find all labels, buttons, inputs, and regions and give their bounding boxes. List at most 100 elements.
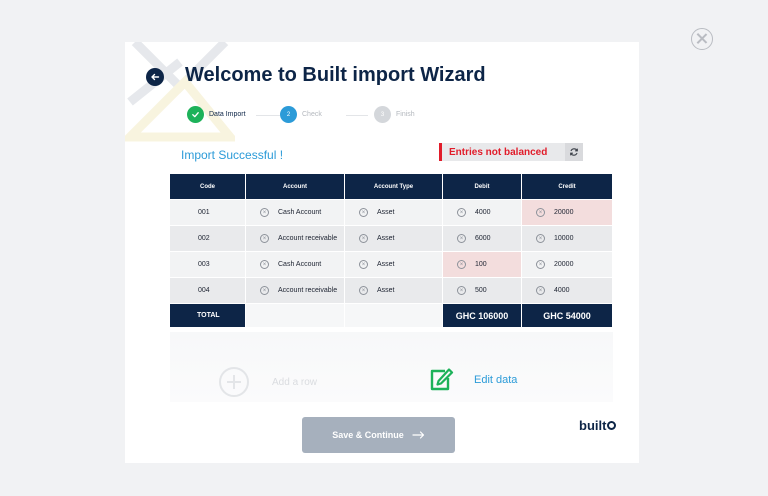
step-data-import: Data Import	[187, 106, 246, 123]
total-credit: GHC 54000	[522, 304, 613, 328]
total-debit: GHC 106000	[443, 304, 522, 328]
step-connector	[346, 115, 368, 116]
column-header: Account Type	[345, 174, 443, 200]
x-circle-icon[interactable]: ×	[536, 260, 545, 269]
cell-value: 10000	[554, 235, 574, 242]
step-label: Check	[302, 111, 322, 118]
save-continue-label: Save & Continue	[332, 430, 404, 440]
cell-value: Asset	[377, 261, 395, 268]
table-row: 004 × Account receivable × Asset × 500 × 4000	[170, 278, 613, 304]
x-circle-icon[interactable]: ×	[359, 234, 368, 243]
step-finish: 3 Finish	[374, 106, 415, 123]
import-wizard-modal: Welcome to Built import Wizard Data Impo…	[125, 42, 639, 463]
column-header: Account	[246, 174, 345, 200]
x-circle-icon[interactable]: ×	[260, 260, 269, 269]
cell-value: Asset	[377, 235, 395, 242]
step-number: 3	[374, 106, 391, 123]
add-row-button[interactable]: Add a row	[219, 367, 317, 397]
close-icon[interactable]	[691, 28, 713, 50]
cell-credit[interactable]: × 4000	[522, 278, 613, 304]
column-header: Code	[170, 174, 246, 200]
step-connector	[256, 115, 280, 116]
import-status: Import Successful !	[181, 148, 284, 162]
cell-value: Cash Account	[278, 209, 322, 216]
x-circle-icon[interactable]: ×	[536, 286, 545, 295]
cell-code[interactable]: 004	[170, 278, 246, 304]
total-empty-cell	[345, 304, 443, 328]
built-logo: built	[579, 418, 617, 433]
logo-mark-icon	[607, 421, 617, 430]
column-header: Credit	[522, 174, 613, 200]
cell-value: 002	[198, 235, 210, 242]
cell-account[interactable]: × Cash Account	[246, 200, 345, 226]
x-circle-icon[interactable]: ×	[536, 208, 545, 217]
cell-credit[interactable]: × 10000	[522, 226, 613, 252]
plus-circle-icon	[219, 367, 249, 397]
x-circle-icon[interactable]: ×	[359, 208, 368, 217]
x-circle-icon[interactable]: ×	[260, 234, 269, 243]
wizard-title: Welcome to Built import Wizard	[185, 64, 486, 86]
cell-code[interactable]: 002	[170, 226, 246, 252]
table-header-row: Code Account Account Type Debit Credit	[170, 174, 613, 200]
arrow-right-icon	[412, 431, 424, 439]
back-button[interactable]	[146, 68, 164, 86]
x-circle-icon[interactable]: ×	[359, 260, 368, 269]
cell-account[interactable]: × Account receivable	[246, 278, 345, 304]
refresh-icon	[570, 148, 578, 156]
cell-account[interactable]: × Account receivable	[246, 226, 345, 252]
check-icon	[187, 106, 204, 123]
cell-value: 003	[198, 261, 210, 268]
x-circle-icon[interactable]: ×	[536, 234, 545, 243]
import-table: Code Account Account Type Debit Credit 0…	[170, 174, 613, 328]
cell-value: Asset	[377, 287, 395, 294]
cell-code[interactable]: 003	[170, 252, 246, 278]
total-empty-cell	[246, 304, 345, 328]
cell-value: 20000	[554, 261, 574, 268]
balance-warning-text: Entries not balanced	[449, 146, 548, 158]
save-continue-button[interactable]: Save & Continue	[302, 417, 455, 453]
step-check: 2 Check	[280, 106, 322, 123]
x-circle-icon[interactable]: ×	[359, 286, 368, 295]
cell-value: 004	[198, 287, 210, 294]
cell-account[interactable]: × Cash Account	[246, 252, 345, 278]
x-circle-icon[interactable]: ×	[260, 286, 269, 295]
cell-value: 500	[475, 287, 487, 294]
watermark-logo-icon	[125, 42, 235, 142]
cell-value: Asset	[377, 209, 395, 216]
total-label: TOTAL	[170, 304, 246, 328]
cell-debit[interactable]: × 4000	[443, 200, 522, 226]
cell-value: 100	[475, 261, 487, 268]
x-circle-icon[interactable]: ×	[457, 208, 466, 217]
x-circle-icon[interactable]: ×	[260, 208, 269, 217]
cell-type[interactable]: × Asset	[345, 200, 443, 226]
cell-type[interactable]: × Asset	[345, 226, 443, 252]
table-row: 001 × Cash Account × Asset × 4000 × 20000	[170, 200, 613, 226]
cell-value: Account receivable	[278, 287, 338, 294]
step-number: 2	[280, 106, 297, 123]
cell-credit[interactable]: × 20000	[522, 200, 613, 226]
cell-type[interactable]: × Asset	[345, 252, 443, 278]
cell-value: Cash Account	[278, 261, 322, 268]
table-total-row: TOTAL GHC 106000 GHC 54000	[170, 304, 613, 328]
cell-type[interactable]: × Asset	[345, 278, 443, 304]
x-circle-icon[interactable]: ×	[457, 286, 466, 295]
x-circle-icon[interactable]: ×	[457, 234, 466, 243]
cell-value: 6000	[475, 235, 491, 242]
cell-debit[interactable]: × 6000	[443, 226, 522, 252]
cell-credit[interactable]: × 20000	[522, 252, 613, 278]
cell-value: 20000	[554, 209, 574, 216]
edit-icon	[430, 368, 454, 391]
cell-code[interactable]: 001	[170, 200, 246, 226]
logo-text: built	[579, 418, 607, 433]
add-row-label: Add a row	[272, 376, 318, 388]
cell-debit[interactable]: × 500	[443, 278, 522, 304]
edit-data-label: Edit data	[474, 374, 518, 386]
arrow-left-icon	[151, 73, 160, 81]
table-row: 003 × Cash Account × Asset × 100 × 20000	[170, 252, 613, 278]
column-header: Debit	[443, 174, 522, 200]
cell-debit[interactable]: × 100	[443, 252, 522, 278]
edit-data-button[interactable]: Edit data	[428, 367, 517, 393]
x-circle-icon[interactable]: ×	[457, 260, 466, 269]
cell-value: 001	[198, 209, 210, 216]
refresh-button[interactable]	[565, 143, 583, 161]
